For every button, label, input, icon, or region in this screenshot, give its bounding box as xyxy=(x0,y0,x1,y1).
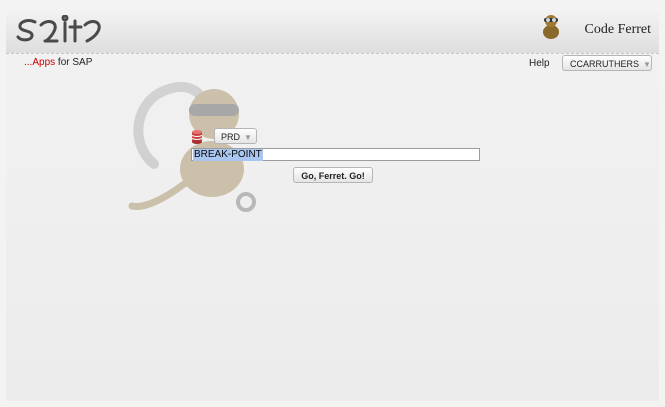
tagline-prefix: ...Apps xyxy=(24,57,56,68)
app-window: Code Ferret ...Apps for SAP Help CCARRUT… xyxy=(6,6,659,401)
search-submit-button[interactable]: Go, Ferret. Go! xyxy=(293,167,373,183)
tagline: ...Apps for SAP xyxy=(24,57,92,68)
ferret-icon xyxy=(543,15,559,39)
search-input[interactable]: BREAK-POINT xyxy=(191,148,480,161)
environment-select[interactable]: PRD ▼ xyxy=(214,128,257,144)
tagline-suffix: for SAP xyxy=(55,57,93,68)
environment-label: PRD xyxy=(221,132,241,142)
database-icon xyxy=(191,130,203,144)
header-bar: Code Ferret xyxy=(6,6,659,54)
user-menu-button[interactable]: CCARRUTHERS ▼ xyxy=(562,55,652,71)
help-link[interactable]: Help xyxy=(529,58,550,69)
sait-logo xyxy=(16,15,101,43)
user-label: CCARRUTHERS xyxy=(570,59,640,69)
chevron-down-icon: ▼ xyxy=(244,133,252,142)
ferret-mascot-watermark xyxy=(128,81,256,212)
chevron-down-icon: ▼ xyxy=(643,60,651,69)
app-name: Code Ferret xyxy=(584,22,651,37)
search-input-value: BREAK-POINT xyxy=(193,149,263,161)
